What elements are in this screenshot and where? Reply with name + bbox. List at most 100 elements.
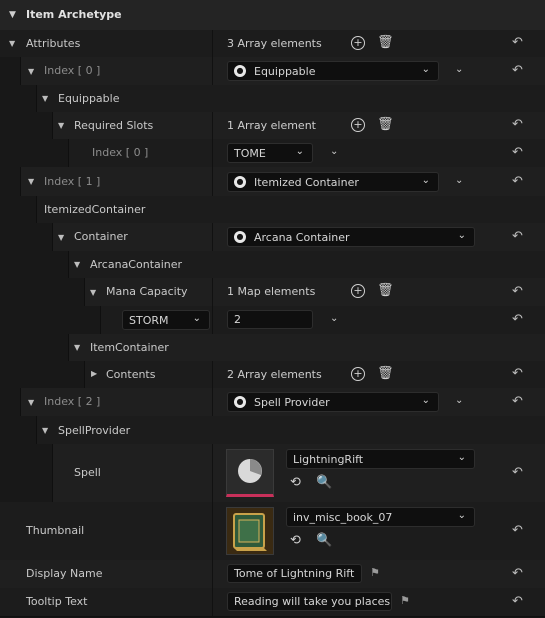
trash-icon[interactable]: 🗑 <box>377 366 394 381</box>
item-container-label: ItemContainer <box>90 341 169 354</box>
combo-text: LightningRift <box>293 453 364 466</box>
contents-row: ▶ Contents 2 Array elements + 🗑 ↶ <box>0 361 545 389</box>
reset-arrow-icon[interactable]: ↶ <box>512 465 523 480</box>
arcana-container-label: ArcanaContainer <box>90 258 183 271</box>
index-1-label: Index [ 1 ] <box>44 175 101 188</box>
pie-asset-icon <box>238 459 262 483</box>
chevron-down-icon: ⌄ <box>457 230 466 241</box>
expand-arrow-icon[interactable]: ▼ <box>58 121 64 130</box>
category-title: Item Archetype <box>26 8 122 21</box>
expand-arrow-icon[interactable]: ▼ <box>42 426 48 435</box>
index-1-class-combo[interactable]: ● Itemized Container ⌄ <box>227 172 439 192</box>
mana-capacity-label: Mana Capacity <box>106 285 188 298</box>
spell-row: Spell LightningRift ⌄ ⟲ 🔍 ↶ <box>0 444 545 503</box>
browse-arrow-icon[interactable]: ⟲ <box>290 533 301 548</box>
chevron-down-icon[interactable]: ⌄ <box>330 313 338 324</box>
plus-circle-icon[interactable]: + <box>351 118 365 132</box>
index-0-row: ▼ Index [ 0 ] ● Equippable ⌄ ⌄ ↶ <box>0 57 545 86</box>
container-row: ▼ Container ● Arcana Container ⌄ ↶ <box>0 223 545 252</box>
reset-arrow-icon[interactable]: ↶ <box>512 594 523 609</box>
trash-icon[interactable]: 🗑 <box>377 117 394 132</box>
flag-icon[interactable]: ⚑ <box>400 594 410 607</box>
display-name-input[interactable]: Tome of Lightning Rift <box>227 564 362 583</box>
folder-search-icon[interactable]: 🔍 <box>316 533 332 548</box>
expand-arrow-icon[interactable]: ▼ <box>28 398 34 407</box>
combo-text: Itemized Container <box>254 176 359 189</box>
expand-arrow-icon[interactable]: ▼ <box>28 67 34 76</box>
expand-arrow-icon[interactable]: ▼ <box>74 260 80 269</box>
reset-arrow-icon[interactable]: ↶ <box>512 312 523 327</box>
expand-arrow-icon[interactable]: ▼ <box>90 288 96 297</box>
browse-arrow-icon[interactable]: ⟲ <box>290 475 301 490</box>
thumbnail-asset-preview[interactable] <box>226 507 274 555</box>
flag-icon[interactable]: ⚑ <box>370 566 380 579</box>
category-header[interactable]: ▼ Item Archetype <box>0 0 545 31</box>
arcana-container-row: ▼ ArcanaContainer <box>0 251 545 279</box>
reset-arrow-icon[interactable]: ↶ <box>512 394 523 409</box>
class-icon: ● <box>234 231 246 243</box>
reset-arrow-icon[interactable]: ↶ <box>512 366 523 381</box>
thumbnail-asset-combo[interactable]: inv_misc_book_07 ⌄ <box>286 507 475 527</box>
chevron-down-icon[interactable]: ⌄ <box>455 175 463 186</box>
tooltip-text-label: Tooltip Text <box>26 595 88 608</box>
chevron-down-icon[interactable]: ⌄ <box>455 395 463 406</box>
reset-arrow-icon[interactable]: ↶ <box>512 117 523 132</box>
trash-icon[interactable]: 🗑 <box>377 283 394 298</box>
index-2-label: Index [ 2 ] <box>44 395 101 408</box>
expand-arrow-icon[interactable]: ▼ <box>74 343 80 352</box>
contents-label: Contents <box>106 368 156 381</box>
collapsed-arrow-icon[interactable]: ▶ <box>91 369 97 378</box>
reset-arrow-icon[interactable]: ↶ <box>512 174 523 189</box>
required-slot-index-0-row: Index [ 0 ] TOME ⌄ ⌄ ↶ <box>0 139 545 168</box>
thumbnail-row: Thumbnail inv_misc_book_07 ⌄ ⟲ 🔍 ↶ <box>0 502 545 561</box>
chevron-down-icon: ⌄ <box>421 175 430 186</box>
spell-label: Spell <box>74 466 101 479</box>
plus-circle-icon[interactable]: + <box>351 284 365 298</box>
equippable-row: ▼ Equippable <box>0 85 545 113</box>
equippable-label: Equippable <box>58 92 120 105</box>
index-0-label: Index [ 0 ] <box>44 64 101 77</box>
item-container-row: ▼ ItemContainer <box>0 334 545 362</box>
slot-enum-combo[interactable]: TOME ⌄ <box>227 143 313 163</box>
reset-arrow-icon[interactable]: ↶ <box>512 566 523 581</box>
reset-arrow-icon[interactable]: ↶ <box>512 523 523 538</box>
reset-arrow-icon[interactable]: ↶ <box>512 145 523 160</box>
expand-arrow-icon[interactable]: ▼ <box>9 39 15 48</box>
mana-key-combo[interactable]: STORM ⌄ <box>122 310 210 330</box>
mana-capacity-row: ▼ Mana Capacity 1 Map elements + 🗑 ↶ <box>0 278 545 307</box>
plus-circle-icon[interactable]: + <box>351 367 365 381</box>
container-class-combo[interactable]: ● Arcana Container ⌄ <box>227 227 475 247</box>
chevron-down-icon[interactable]: ⌄ <box>455 64 463 75</box>
mana-value-input[interactable]: 2 <box>227 310 313 329</box>
expand-arrow-icon[interactable]: ▼ <box>58 233 64 242</box>
expand-arrow-icon[interactable]: ▼ <box>42 94 48 103</box>
expand-arrow-icon[interactable]: ▼ <box>9 10 16 20</box>
combo-text: STORM <box>129 314 169 327</box>
spell-asset-thumbnail[interactable] <box>226 449 274 497</box>
index-1-row: ▼ Index [ 1 ] ● Itemized Container ⌄ ⌄ ↶ <box>0 167 545 197</box>
class-icon: ● <box>234 396 246 408</box>
reset-arrow-icon[interactable]: ↶ <box>512 35 523 50</box>
tooltip-text-input[interactable]: Reading will take you places <box>227 592 392 611</box>
spell-asset-combo[interactable]: LightningRift ⌄ <box>286 449 475 469</box>
reset-arrow-icon[interactable]: ↶ <box>512 284 523 299</box>
plus-circle-icon[interactable]: + <box>351 36 365 50</box>
expand-arrow-icon[interactable]: ▼ <box>28 177 34 186</box>
container-label: Container <box>74 230 128 243</box>
spell-provider-label: SpellProvider <box>58 424 131 437</box>
required-slots-row: ▼ Required Slots 1 Array element + 🗑 ↶ <box>0 112 545 140</box>
trash-icon[interactable]: 🗑 <box>377 35 394 50</box>
class-icon: ● <box>234 176 246 188</box>
class-icon: ● <box>234 65 246 77</box>
index-0-class-combo[interactable]: ● Equippable ⌄ <box>227 61 439 81</box>
reset-arrow-icon[interactable]: ↶ <box>512 229 523 244</box>
folder-search-icon[interactable]: 🔍 <box>316 475 332 490</box>
index-2-class-combo[interactable]: ● Spell Provider ⌄ <box>227 392 439 412</box>
chevron-down-icon: ⌄ <box>421 395 430 406</box>
attributes-label: Attributes <box>26 37 81 50</box>
display-name-label: Display Name <box>26 567 103 580</box>
attributes-count: 3 Array elements <box>227 37 322 50</box>
chevron-down-icon[interactable]: ⌄ <box>330 146 338 157</box>
chevron-down-icon: ⌄ <box>192 313 201 324</box>
reset-arrow-icon[interactable]: ↶ <box>512 63 523 78</box>
